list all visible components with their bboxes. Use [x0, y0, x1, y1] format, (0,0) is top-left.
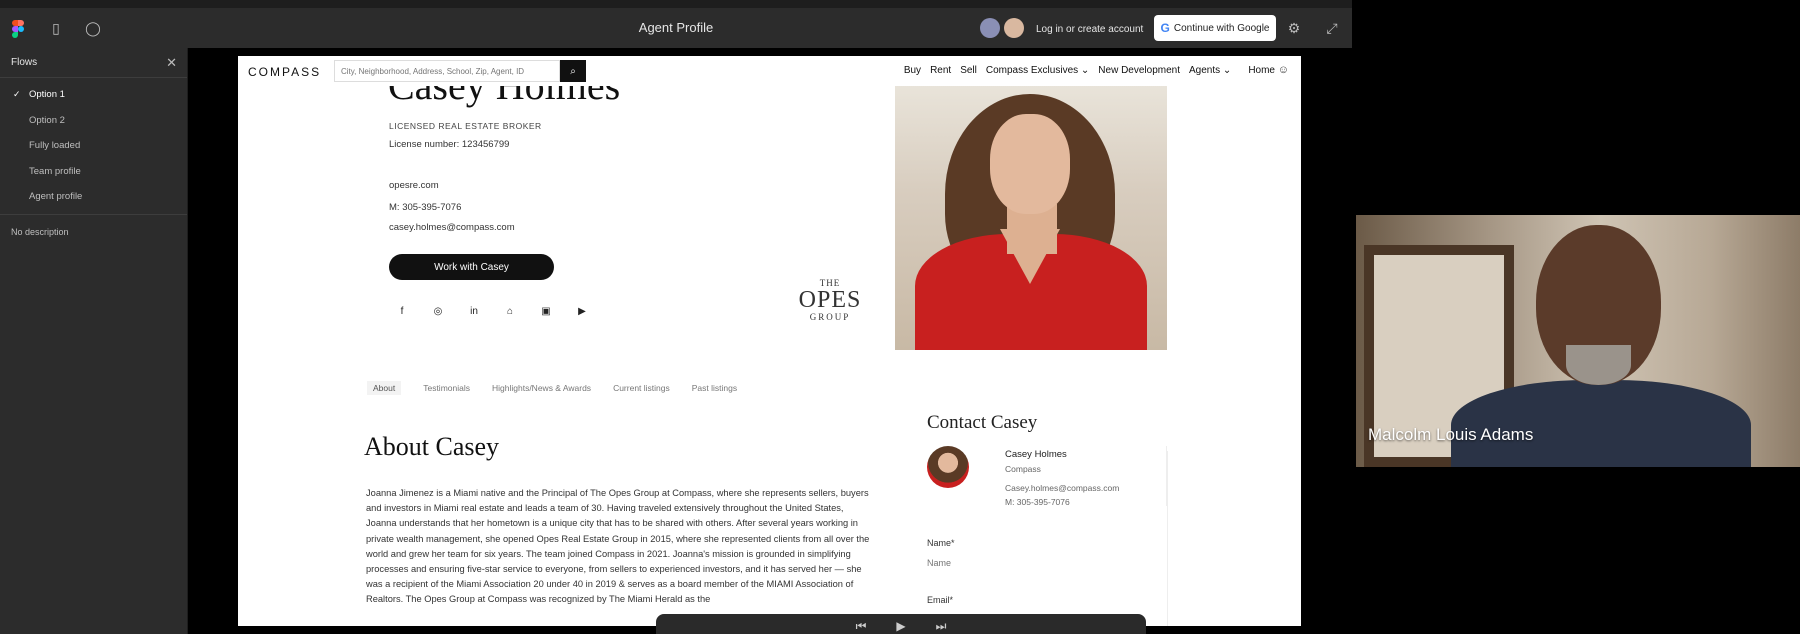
linkedin-icon[interactable]: in — [467, 304, 481, 318]
agent-email-link[interactable]: casey.holmes@compass.com — [389, 222, 515, 233]
name-field[interactable] — [927, 556, 1137, 570]
youtube-icon[interactable]: ▶ — [575, 304, 589, 318]
flow-label: Option 2 — [29, 114, 65, 126]
flow-label: Team profile — [29, 165, 81, 177]
zillow-icon[interactable]: ⌂ — [503, 304, 517, 318]
menu-sell[interactable]: Sell — [960, 65, 977, 76]
avatar — [927, 446, 969, 488]
user-icon[interactable]: ☺ — [1278, 64, 1289, 76]
flow-item-option-2[interactable]: Option 2 — [0, 108, 187, 134]
name-label: Name* — [927, 538, 955, 548]
continue-with-google-button[interactable]: G Continue with Google — [1154, 15, 1276, 41]
google-icon: G — [1160, 21, 1170, 35]
participant-name: Malcolm Louis Adams — [1368, 425, 1534, 444]
search-icon: ⌕ — [570, 65, 576, 77]
video-tile: Malcolm Louis Adams — [1356, 215, 1800, 467]
social-links: f ◎ in ⌂ ▣ ▶ — [395, 304, 589, 318]
search-button[interactable]: ⌕ — [560, 60, 586, 82]
instagram-icon[interactable]: ◎ — [431, 304, 445, 318]
agent-title: LICENSED REAL ESTATE BROKER — [389, 121, 542, 131]
settings-sliders-icon[interactable]: ⚙ — [1284, 18, 1304, 38]
menu-buy[interactable]: Buy — [904, 65, 921, 76]
close-icon[interactable]: ✕ — [166, 55, 177, 71]
agent-photo — [895, 84, 1167, 350]
fullscreen-icon[interactable]: ⤢ — [1322, 18, 1342, 38]
contact-email[interactable]: Casey.holmes@compass.com — [1005, 483, 1119, 493]
flows-heading: Flows — [11, 57, 38, 68]
agent-license: License number: 123456799 — [389, 139, 510, 150]
contact-heading: Contact Casey — [927, 412, 1038, 433]
contact-name: Casey Holmes — [1005, 449, 1067, 460]
agent-phone[interactable]: M: 305-395-7076 — [389, 202, 461, 213]
compass-nav: COMPASS ⌕ Buy Rent Sell Compass Exclusiv… — [238, 56, 1301, 86]
about-heading: About Casey — [364, 432, 500, 461]
google-button-label: Continue with Google — [1173, 22, 1270, 34]
tab-past-listings[interactable]: Past listings — [692, 383, 737, 395]
flows-panel: Flows ✕ ✓ Option 1 Option 2 Fully loaded… — [0, 48, 188, 634]
about-text: Joanna Jimenez is a Miami native and the… — [366, 488, 870, 605]
prototype-canvas: COMPASS ⌕ Buy Rent Sell Compass Exclusiv… — [238, 56, 1301, 626]
viewer-avatars — [980, 18, 1024, 38]
rewind-icon[interactable]: ⏮ — [856, 619, 867, 634]
menu-new-development[interactable]: New Development — [1098, 65, 1180, 76]
email-label: Email* — [927, 595, 954, 605]
work-with-agent-button[interactable]: Work with Casey — [389, 254, 554, 280]
agent-website-link[interactable]: opesre.com — [389, 180, 439, 191]
tab-current-listings[interactable]: Current listings — [613, 383, 670, 395]
playback-controls: ⏮ ▶ ⏭ — [656, 614, 1146, 634]
realtor-icon[interactable]: ▣ — [539, 304, 553, 318]
login-link[interactable]: Log in or create account — [1028, 17, 1151, 41]
flow-item-option-1[interactable]: ✓ Option 1 — [0, 82, 187, 108]
avatar[interactable] — [1004, 18, 1024, 38]
menu-agents[interactable]: Agents ⌄ — [1189, 65, 1231, 76]
tab-highlights[interactable]: Highlights/News & Awards — [492, 383, 591, 395]
logo-text: GROUP — [809, 312, 851, 322]
menu-home[interactable]: Home — [1248, 65, 1275, 76]
facebook-icon[interactable]: f — [395, 304, 409, 318]
tab-about[interactable]: About — [367, 381, 402, 395]
flows-list: ✓ Option 1 Option 2 Fully loaded Team pr… — [0, 78, 187, 215]
flow-item-agent-profile[interactable]: Agent profile — [0, 184, 187, 210]
flows-header: Flows ✕ — [0, 48, 187, 78]
fast-forward-icon[interactable]: ⏭ — [936, 619, 947, 634]
contact-phone[interactable]: M: 305-395-7076 — [1005, 497, 1070, 507]
search-input[interactable] — [334, 60, 560, 82]
menu-compass-exclusives[interactable]: Compass Exclusives ⌄ — [986, 65, 1089, 76]
menu-rent[interactable]: Rent — [930, 65, 951, 76]
flow-label: Option 1 — [29, 89, 65, 101]
logo-text: OPES — [798, 287, 862, 313]
flow-description: No description — [11, 226, 69, 237]
flow-label: Fully loaded — [29, 140, 81, 152]
screen: ▯ ◯ Agent Profile Log in or create accou… — [0, 0, 1800, 634]
opes-group-logo: THE OPES GROUP — [790, 278, 870, 328]
flow-item-fully-loaded[interactable]: Fully loaded — [0, 133, 187, 159]
contact-company: Compass — [1005, 464, 1041, 474]
main-menu: Buy Rent Sell Compass Exclusives ⌄ New D… — [904, 65, 1275, 76]
tab-testimonials[interactable]: Testimonials — [423, 383, 470, 395]
divider — [1167, 451, 1168, 626]
figma-toolbar: ▯ ◯ Agent Profile Log in or create accou… — [0, 0, 1352, 48]
play-icon[interactable]: ▶ — [896, 619, 905, 633]
compass-logo[interactable]: COMPASS — [248, 65, 321, 79]
check-icon: ✓ — [13, 89, 21, 100]
avatar[interactable] — [980, 18, 1000, 38]
contact-card: Casey Holmes Compass Casey.holmes@compas… — [927, 446, 1167, 507]
flow-item-team-profile[interactable]: Team profile — [0, 159, 187, 185]
profile-tabs: About Testimonials Highlights/News & Awa… — [367, 381, 737, 395]
flow-label: Agent profile — [29, 191, 83, 203]
